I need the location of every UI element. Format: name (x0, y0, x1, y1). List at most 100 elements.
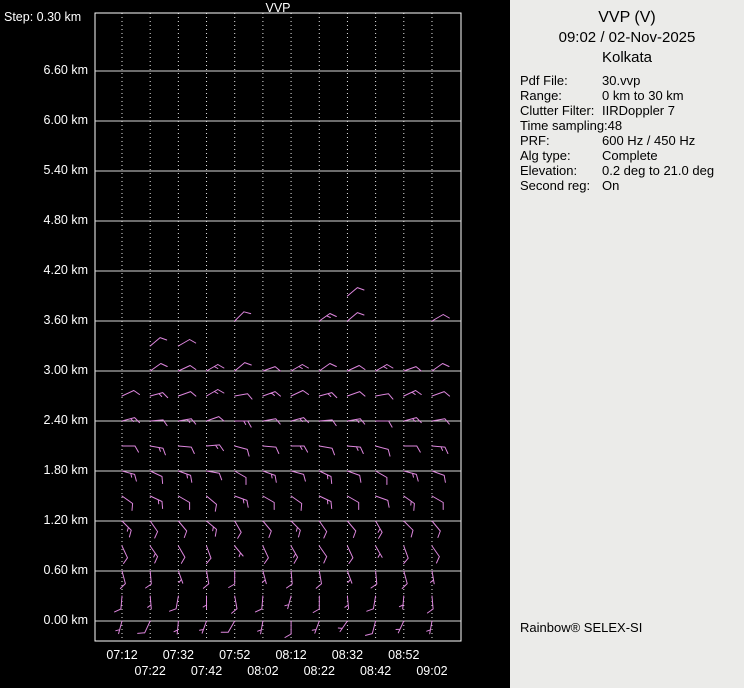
info-label: Clutter Filter: (520, 103, 595, 118)
y-axis-label: 6.60 km (43, 63, 88, 77)
wind-barb (206, 520, 217, 537)
info-label: Pdf File: (520, 73, 568, 88)
y-axis-label: 1.80 km (43, 463, 88, 477)
wind-barb (403, 366, 422, 372)
wind-barb (177, 495, 191, 510)
wind-barb (337, 620, 348, 633)
wind-barb (257, 620, 264, 635)
info-value: 0 km to 30 km (602, 88, 684, 103)
info-row: Alg type: Complete (520, 148, 744, 163)
wind-barb (431, 445, 449, 454)
vvp-app-screen: Step: 0.30 km VVP 6.60 km 6.00 km 5.40 km 4… (0, 0, 744, 688)
wind-barb (234, 393, 253, 400)
x-axis-label: 07:32 (162, 648, 194, 662)
wind-barb (431, 545, 440, 564)
y-axis-label: 4.80 km (43, 213, 88, 227)
wind-barb (231, 595, 238, 614)
info-label: Second reg: (520, 178, 591, 193)
wind-barb (311, 620, 320, 634)
y-axis-label: 0.00 km (43, 613, 88, 627)
wind-barb (206, 495, 217, 512)
info-row: Pdf File: 30.vvp (520, 73, 744, 88)
wind-barb (431, 495, 444, 510)
wind-barb (234, 470, 247, 485)
wind-barb (290, 364, 309, 372)
wind-barb (365, 620, 377, 636)
info-value: On (602, 178, 620, 193)
wind-barb (318, 520, 328, 539)
wind-barb (318, 470, 333, 484)
wind-barb (262, 470, 277, 483)
wind-barb (344, 595, 350, 610)
wind-barb (431, 520, 441, 538)
info-value: Complete (602, 148, 658, 163)
wind-barb (366, 595, 377, 612)
wind-barb (346, 365, 366, 372)
wind-barb (262, 391, 281, 397)
x-axis-label: 07:22 (134, 664, 166, 678)
wind-barb (375, 495, 390, 508)
wind-barb (284, 595, 292, 610)
wind-barb (149, 520, 159, 539)
wind-barb (121, 495, 134, 511)
wind-barb (375, 364, 394, 372)
y-axis-label: 0.60 km (43, 563, 88, 577)
wind-barb (234, 420, 252, 428)
x-axis-label: 08:12 (275, 648, 307, 662)
wind-barb (202, 595, 207, 610)
wind-barb (177, 520, 188, 538)
wind-barb (177, 570, 184, 584)
info-label: PRF: (520, 133, 550, 148)
y-axis-label: 3.60 km (43, 313, 88, 327)
wind-barb (426, 620, 433, 635)
wind-barb (149, 445, 166, 456)
wind-barb (403, 445, 421, 453)
wind-barb (375, 445, 391, 457)
wind-barb (220, 620, 236, 633)
wind-barb (177, 545, 186, 564)
wind-barb (403, 470, 419, 482)
y-axis-label: 2.40 km (43, 413, 88, 427)
info-row: Elevation: 0.2 deg to 21.0 deg (520, 163, 744, 178)
wind-barb (431, 363, 450, 372)
y-axis-label: 3.00 km (43, 363, 88, 377)
wind-barb (177, 339, 197, 347)
wind-barb (177, 391, 197, 397)
wind-barb (206, 389, 225, 397)
x-axis-label: 07:42 (190, 664, 223, 678)
info-label: Elevation: (520, 163, 578, 178)
wind-barb (346, 545, 354, 564)
wind-barb (262, 495, 275, 510)
info-row: Range: 0 km to 30 km (520, 88, 744, 103)
wind-barb (177, 470, 193, 483)
wind-barb (290, 417, 310, 424)
wind-barb (121, 445, 139, 453)
wind-barb (318, 392, 338, 399)
x-axis-label: 08:02 (247, 664, 279, 678)
wind-barb (254, 595, 264, 613)
info-label: Alg type: (520, 148, 571, 163)
wind-barb (206, 444, 224, 452)
wind-barb (234, 545, 244, 558)
wind-barb (290, 520, 301, 538)
panel-location: Kolkata (601, 49, 653, 66)
x-axis-label: 07:52 (219, 648, 251, 662)
wind-barb (346, 470, 362, 483)
wind-barbs (114, 287, 451, 638)
wind-barb (173, 620, 179, 635)
wind-barb (137, 620, 151, 634)
wind-barb (346, 312, 365, 322)
x-axis-label: 08:32 (331, 648, 364, 662)
info-value: 600 Hz / 450 Hz (602, 133, 696, 148)
wind-barb (375, 545, 383, 558)
plot-border (94, 12, 462, 642)
wind-barb (426, 595, 434, 614)
wind-barb (149, 392, 169, 399)
wind-barb (431, 314, 450, 322)
wind-barb (290, 545, 299, 564)
wind-barb (121, 545, 128, 564)
wind-barb (346, 520, 357, 538)
wind-barb (262, 445, 280, 454)
wind-barb (346, 570, 353, 584)
wind-barb (206, 545, 212, 565)
